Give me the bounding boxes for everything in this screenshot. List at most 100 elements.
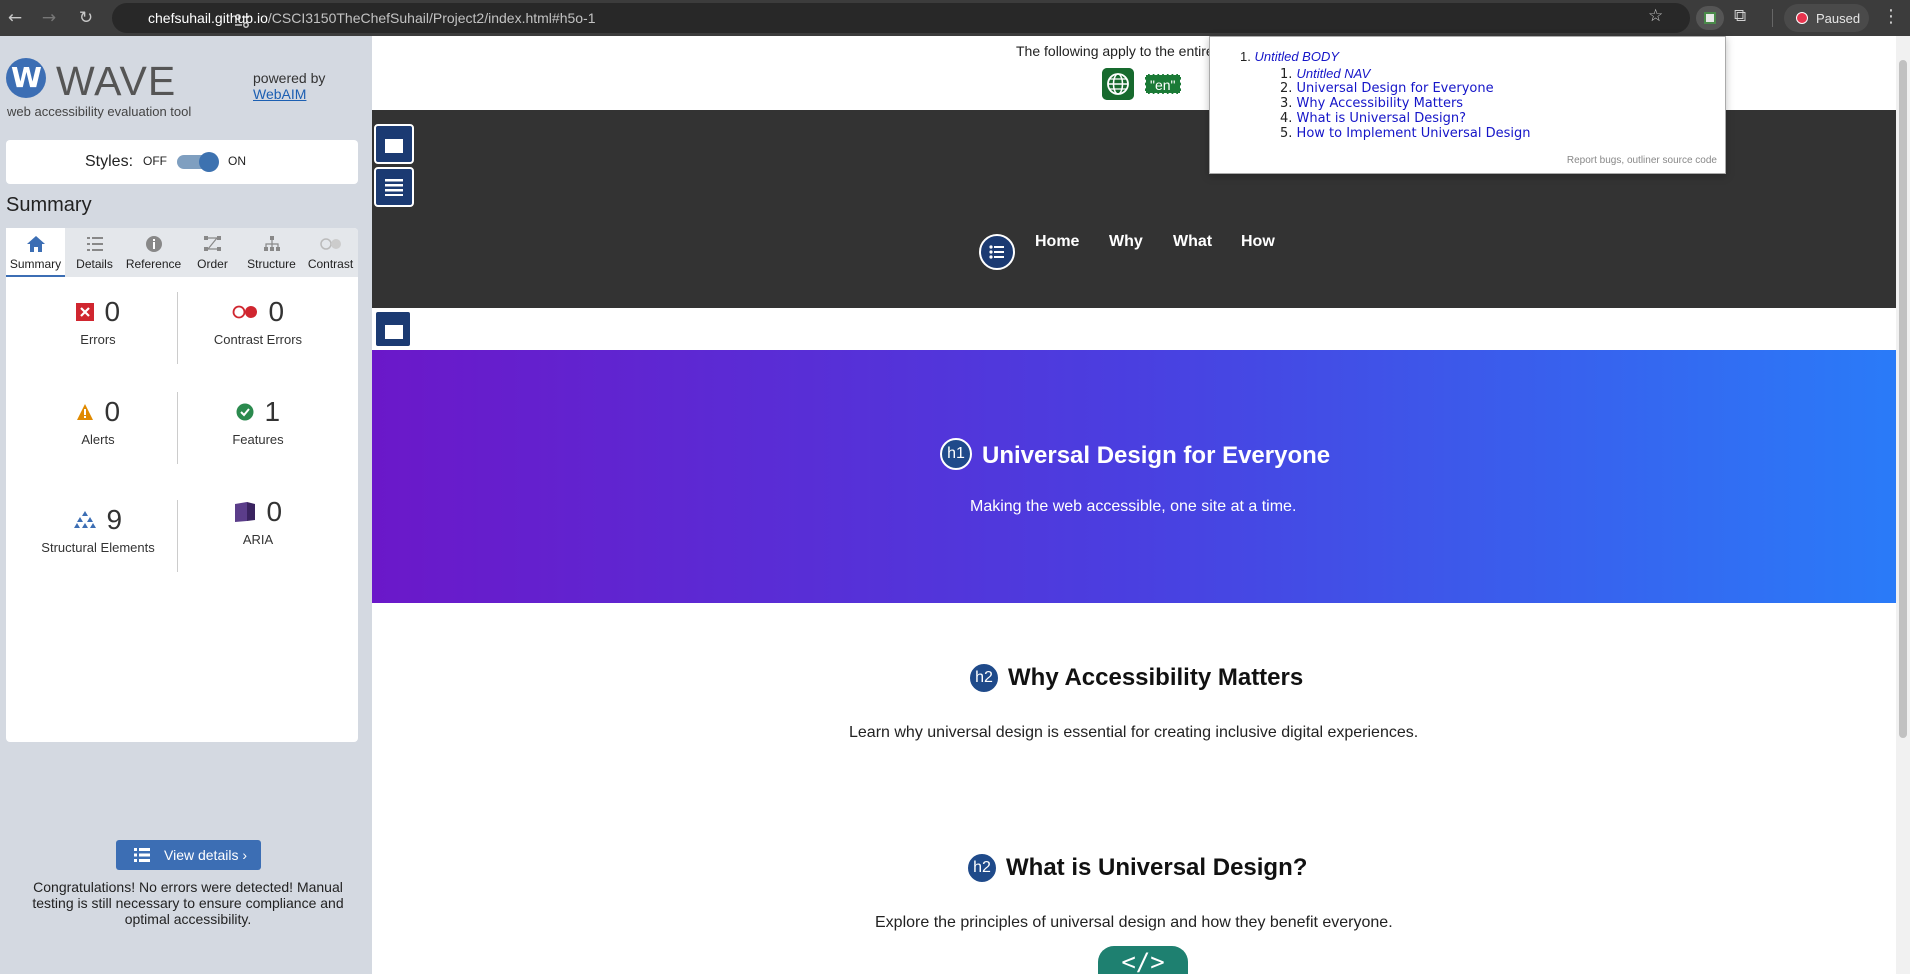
tab-label: Contrast bbox=[307, 257, 354, 271]
hero-title: Universal Design for Everyone bbox=[982, 442, 1331, 469]
alert-icon bbox=[76, 404, 93, 420]
list-icon bbox=[134, 848, 150, 862]
stat-structural-elements[interactable]: 9 Structural Elements bbox=[23, 504, 173, 555]
styles-toggle-card: Styles: OFF ON bbox=[6, 140, 358, 184]
page-viewport: The following apply to the entire "en" H… bbox=[372, 36, 1896, 974]
browser-toolbar: ← → ↻ chefsuhail.github.io/CSCI3150TheCh… bbox=[0, 0, 1910, 36]
outline-link[interactable]: Universal Design for Everyone bbox=[1297, 81, 1494, 96]
webaim-link[interactable]: WebAIM bbox=[253, 86, 306, 102]
tab-summary[interactable]: Summary bbox=[6, 228, 65, 277]
stat-alerts[interactable]: 0 Alerts bbox=[23, 396, 173, 447]
styles-label: Styles: bbox=[85, 153, 134, 170]
kebab-menu-icon[interactable]: ⋮ bbox=[1882, 6, 1900, 27]
wave-sidebar: W WAVE web accessibility evaluation tool… bbox=[0, 36, 372, 974]
outline-item: 5. How to Implement Universal Design bbox=[1280, 126, 1530, 141]
wave-panel: Summary Details Reference Order Structur… bbox=[6, 228, 360, 927]
stat-value: 9 bbox=[106, 504, 123, 535]
stat-label: Alerts bbox=[81, 432, 115, 447]
main-region-icon[interactable] bbox=[374, 310, 412, 348]
tab-order[interactable]: Order bbox=[183, 228, 242, 277]
section-text-what: Explore the principles of universal desi… bbox=[875, 914, 1393, 931]
wave-logo-icon: W bbox=[6, 58, 46, 98]
view-details-label: View details › bbox=[164, 847, 248, 863]
info-icon bbox=[145, 236, 162, 252]
hero-subtitle: Making the web accessible, one site at a… bbox=[970, 498, 1297, 515]
stat-contrast-errors[interactable]: 0 Contrast Errors bbox=[183, 296, 333, 347]
star-icon[interactable]: ☆ bbox=[1648, 6, 1663, 26]
outline-number: 3. bbox=[1280, 96, 1293, 111]
h2-badge-icon[interactable]: h2 bbox=[968, 662, 1000, 694]
hero-banner: h1 Universal Design for Everyone Making … bbox=[372, 350, 1896, 603]
outline-root-link[interactable]: Untitled BODY bbox=[1254, 49, 1339, 64]
toggle-knob[interactable] bbox=[199, 152, 219, 172]
nav-link-home[interactable]: Home bbox=[1035, 233, 1079, 251]
contrast-error-icon bbox=[232, 305, 257, 319]
wave-extension-icon[interactable] bbox=[1696, 6, 1724, 30]
stat-divider bbox=[177, 392, 178, 464]
h1-badge-icon[interactable]: h1 bbox=[940, 438, 972, 470]
summary-heading: Summary bbox=[6, 194, 92, 216]
error-icon bbox=[75, 303, 94, 321]
home-icon bbox=[26, 236, 45, 252]
profile-status: Paused bbox=[1816, 11, 1861, 26]
stat-value: 0 bbox=[104, 296, 121, 327]
stat-value: 0 bbox=[268, 296, 285, 327]
language-notice: The following apply to the entire bbox=[1016, 43, 1214, 59]
scrollbar-thumb[interactable] bbox=[1899, 60, 1907, 738]
congrats-message: Congratulations! No errors were detected… bbox=[32, 879, 344, 927]
outline-number: 1. bbox=[1240, 49, 1251, 64]
outline-link[interactable]: Untitled NAV bbox=[1297, 66, 1371, 81]
tab-reference[interactable]: Reference bbox=[124, 228, 183, 277]
nav-link-what[interactable]: What bbox=[1173, 233, 1212, 251]
tab-contrast[interactable]: Contrast bbox=[301, 228, 360, 277]
puzzle-icon[interactable]: ⧉ bbox=[1734, 6, 1746, 26]
styles-off-label: OFF bbox=[143, 154, 167, 168]
globe-icon[interactable] bbox=[1102, 68, 1134, 100]
stat-label: ARIA bbox=[242, 532, 274, 547]
outliner-source-link[interactable]: outliner source code bbox=[1627, 155, 1717, 166]
view-details-button[interactable]: View details › bbox=[116, 840, 261, 870]
back-arrow-icon[interactable]: ← bbox=[3, 6, 27, 30]
styles-toggle[interactable] bbox=[177, 152, 219, 172]
header-region-icon[interactable] bbox=[374, 124, 414, 164]
report-bugs-link[interactable]: Report bugs bbox=[1567, 155, 1621, 166]
aria-icon bbox=[234, 502, 255, 522]
wave-title: WAVE bbox=[56, 58, 177, 104]
h2-badge-icon[interactable]: h2 bbox=[966, 852, 998, 884]
stat-value: 0 bbox=[266, 496, 283, 527]
language-tag[interactable]: "en" bbox=[1145, 74, 1181, 94]
tab-details[interactable]: Details bbox=[65, 228, 124, 277]
stat-divider bbox=[177, 500, 178, 572]
url-host: chefsuhail.github.io bbox=[148, 10, 268, 26]
outline-link[interactable]: What is Universal Design? bbox=[1297, 111, 1466, 126]
profile-button[interactable]: Paused bbox=[1784, 4, 1869, 32]
forward-arrow-icon[interactable]: → bbox=[37, 6, 61, 30]
navigation-region-icon[interactable] bbox=[374, 167, 414, 207]
outline-link[interactable]: Why Accessibility Matters bbox=[1297, 96, 1464, 111]
footer-separator: , bbox=[1621, 155, 1625, 166]
order-icon bbox=[203, 236, 221, 251]
powered-by-text: powered by bbox=[253, 70, 326, 86]
outliner-footer: Report bugs, outliner source code bbox=[1567, 155, 1717, 166]
navigation-list-icon[interactable] bbox=[979, 234, 1015, 270]
stat-features[interactable]: 1 Features bbox=[183, 396, 333, 447]
nav-link-why[interactable]: Why bbox=[1109, 233, 1143, 251]
list-icon bbox=[86, 237, 103, 251]
outline-link[interactable]: How to Implement Universal Design bbox=[1297, 126, 1531, 141]
outline-item: 3. Why Accessibility Matters bbox=[1280, 96, 1463, 111]
url-text[interactable]: chefsuhail.github.io/CSCI3150TheChefSuha… bbox=[148, 10, 596, 26]
nav-link-how[interactable]: How bbox=[1241, 233, 1275, 251]
wave-tagline: web accessibility evaluation tool bbox=[7, 104, 192, 119]
stat-errors[interactable]: 0 Errors bbox=[23, 296, 173, 347]
reload-icon[interactable]: ↻ bbox=[74, 6, 98, 30]
stat-aria[interactable]: 0 ARIA bbox=[183, 496, 333, 547]
structure-icon bbox=[73, 511, 96, 528]
outline-item: 4. What is Universal Design? bbox=[1280, 111, 1466, 126]
outline-number: 4. bbox=[1280, 111, 1293, 126]
tab-structure[interactable]: Structure bbox=[242, 228, 301, 277]
stat-label: Features bbox=[232, 432, 284, 447]
section-title-why: Why Accessibility Matters bbox=[1008, 664, 1304, 691]
code-icon[interactable]: </> bbox=[1098, 946, 1188, 974]
section-title-what: What is Universal Design? bbox=[1006, 854, 1308, 881]
profile-avatar bbox=[1796, 12, 1808, 24]
